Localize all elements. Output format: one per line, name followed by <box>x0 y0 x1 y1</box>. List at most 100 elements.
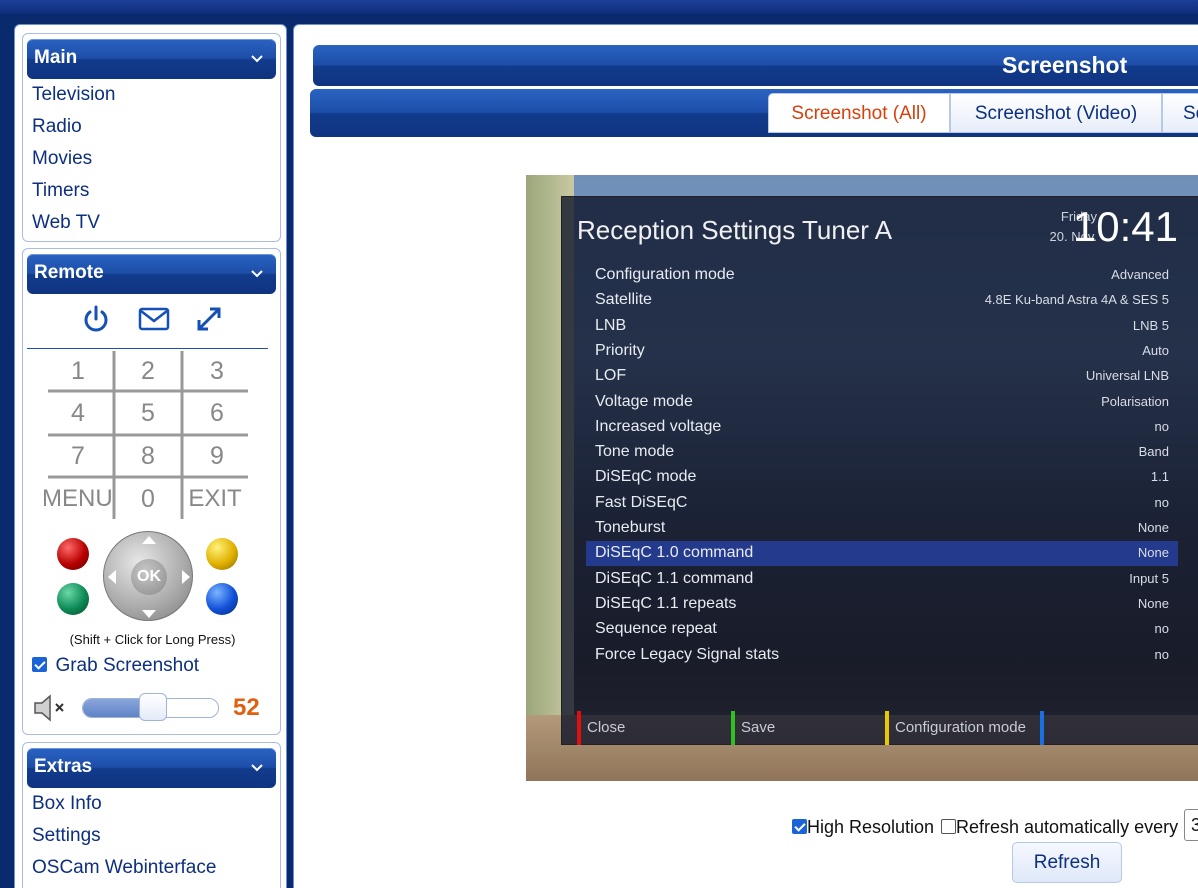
osd-setting-row[interactable]: DiSEqC 1.1 command Input 5 <box>586 567 1178 592</box>
nav-web-tv[interactable]: Web TV <box>32 212 100 234</box>
osd-setting-value: 4.8E Ku-band Astra 4A & SES 5 <box>984 292 1169 308</box>
osd-setting-label: Sequence repeat <box>595 620 717 638</box>
osd-setting-value: Band <box>1138 444 1169 460</box>
refresh-button[interactable]: Refresh <box>1012 842 1122 883</box>
nav-oscam-webinterface[interactable]: OSCam Webinterface <box>32 857 216 879</box>
grab-screenshot-checkbox[interactable] <box>32 657 47 672</box>
remote-section-title: Remote <box>34 262 104 283</box>
osd-setting-value: Advanced <box>1111 267 1169 282</box>
nav-settings[interactable]: Settings <box>32 825 101 847</box>
nav-radio[interactable]: Radio <box>32 116 82 138</box>
osd-setting-value: None <box>1137 545 1169 561</box>
high-resolution-checkbox[interactable] <box>792 819 807 834</box>
main-section-header[interactable]: Main <box>27 39 276 79</box>
osd-key-green-label: Save <box>741 719 776 736</box>
osd-setting-value: None <box>1137 520 1169 535</box>
fullscreen-icon[interactable] <box>195 305 223 333</box>
osd-setting-label: Priority <box>595 341 645 359</box>
main-panel: Screenshot Screenshot (All) Screenshot (… <box>293 24 1198 888</box>
osd-setting-row[interactable]: Satellite 4.8E Ku-band Astra 4A & SES 5 <box>586 288 1178 313</box>
osd-setting-label: Increased voltage <box>595 417 722 435</box>
osd-setting-value: no <box>1154 621 1169 637</box>
nav-box-info[interactable]: Box Info <box>32 793 102 815</box>
chevron-down-icon <box>251 55 263 63</box>
key-7[interactable]: 7 <box>48 442 108 471</box>
osd-setting-row[interactable]: Configuration mode Advanced <box>586 263 1178 288</box>
volume-mute-icon[interactable] <box>32 693 68 723</box>
green-key-bar <box>731 711 735 745</box>
osd-setting-row[interactable]: DiSEqC 1.1 repeats None <box>586 592 1178 617</box>
auto-refresh-label: Refresh automatically every <box>956 817 1179 837</box>
extras-section-header[interactable]: Extras <box>27 748 276 788</box>
osd-setting-row[interactable]: Increased voltage no <box>586 415 1178 440</box>
osd-setting-value: Universal LNB <box>1085 368 1169 384</box>
tab-screenshot-video[interactable]: Screenshot (Video) <box>950 93 1162 133</box>
divider <box>27 348 268 349</box>
key-0[interactable]: 0 <box>118 485 178 514</box>
red-key-bar <box>577 711 581 745</box>
osd-setting-row[interactable]: DiSEqC mode 1.1 <box>586 465 1178 490</box>
auto-refresh-checkbox[interactable] <box>941 819 956 834</box>
volume-slider-handle[interactable] <box>138 693 167 721</box>
osd-key-yellow-label: Configuration mode <box>895 719 1026 736</box>
osd-setting-label: DiSEqC mode <box>595 468 697 486</box>
nav-timers[interactable]: Timers <box>32 180 89 202</box>
osd-setting-label: DiSEqC 1.1 command <box>595 569 754 587</box>
green-button[interactable] <box>57 583 89 615</box>
ok-button[interactable]: OK <box>131 559 167 595</box>
high-resolution-label: High Resolution <box>807 817 935 837</box>
osd-setting-row[interactable]: Priority Auto <box>586 339 1178 364</box>
blue-key-bar <box>1040 711 1044 745</box>
key-exit[interactable]: EXIT <box>182 485 248 513</box>
osd-setting-label: Tone mode <box>595 443 675 461</box>
yellow-key-bar <box>885 711 889 745</box>
osd-setting-row[interactable]: Tone mode Band <box>586 440 1178 465</box>
extras-section: Extras Box Info Settings OSCam Webinterf… <box>22 742 281 888</box>
key-2[interactable]: 2 <box>118 357 178 386</box>
osd-setting-label: Voltage mode <box>595 392 693 410</box>
volume-value: 52 <box>233 694 260 721</box>
key-1[interactable]: 1 <box>48 357 108 386</box>
grab-screenshot-row[interactable]: Grab Screenshot <box>32 655 199 677</box>
osd-key-red-label: Close <box>587 719 626 736</box>
osd-menu: Reception Settings Tuner A Friday 20. No… <box>561 196 1198 745</box>
refresh-interval-input[interactable]: 3 <box>1184 809 1198 841</box>
power-icon[interactable] <box>82 305 110 333</box>
red-button[interactable] <box>57 538 89 570</box>
osd-setting-label: Satellite <box>595 291 652 309</box>
key-3[interactable]: 3 <box>187 357 247 386</box>
key-menu[interactable]: MENU <box>42 485 113 513</box>
osd-title: Reception Settings Tuner A <box>577 215 893 245</box>
osd-setting-row[interactable]: Toneburst None <box>586 516 1178 541</box>
nav-movies[interactable]: Movies <box>32 148 92 170</box>
osd-setting-row[interactable]: Force Legacy Signal stats no <box>586 643 1178 668</box>
top-header-bar <box>0 0 1198 14</box>
yellow-button[interactable] <box>206 538 238 570</box>
osd-setting-label: LOF <box>595 367 627 385</box>
high-resolution-row[interactable]: High Resolution <box>792 817 934 838</box>
osd-setting-row[interactable]: Voltage mode Polarisation <box>586 390 1178 415</box>
key-6[interactable]: 6 <box>187 399 247 428</box>
page-title: Screenshot <box>1002 52 1128 78</box>
osd-setting-row[interactable]: DiSEqC 1.0 command None <box>586 541 1178 567</box>
osd-setting-row[interactable]: LOF Universal LNB <box>586 364 1178 389</box>
extras-section-title: Extras <box>34 756 93 777</box>
blue-button[interactable] <box>206 583 238 615</box>
tab-screenshot-all[interactable]: Screenshot (All) <box>768 93 950 133</box>
key-5[interactable]: 5 <box>118 399 178 428</box>
remote-section-header[interactable]: Remote <box>27 254 276 294</box>
osd-setting-label: Toneburst <box>595 519 666 536</box>
tab-bar: Screenshot (All) Screenshot (Video) Sc <box>310 89 1198 137</box>
key-4[interactable]: 4 <box>48 399 108 428</box>
mail-icon[interactable] <box>138 307 170 331</box>
nav-television[interactable]: Television <box>32 84 115 106</box>
key-8[interactable]: 8 <box>118 442 178 471</box>
osd-setting-row[interactable]: LNB LNB 5 <box>586 314 1178 339</box>
osd-setting-row[interactable]: Fast DiSEqC no <box>586 491 1178 516</box>
navigation-pad[interactable]: OK <box>103 531 193 621</box>
auto-refresh-row[interactable]: Refresh automatically every <box>941 817 1178 838</box>
key-9[interactable]: 9 <box>187 442 247 471</box>
osd-setting-row[interactable]: Sequence repeat no <box>586 617 1178 642</box>
tab-screenshot-osd[interactable]: Sc <box>1162 93 1198 133</box>
osd-setting-label: DiSEqC 1.0 command <box>595 544 754 562</box>
